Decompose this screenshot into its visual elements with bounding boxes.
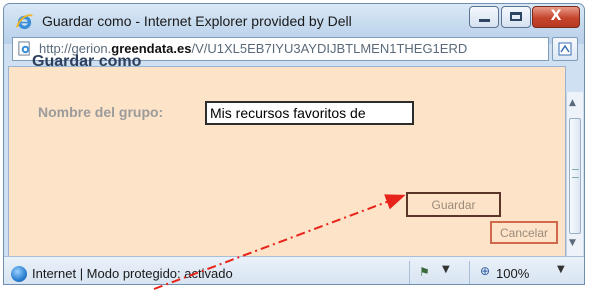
group-name-input[interactable] <box>205 101 414 125</box>
zoom-level[interactable]: 100% <box>496 266 529 281</box>
page-title: Guardar como <box>32 53 142 70</box>
grip-icon <box>572 169 579 178</box>
close-button[interactable]: X <box>532 6 580 28</box>
status-text: Internet | Modo protegido: activado <box>32 266 233 281</box>
page-content <box>8 66 566 257</box>
window-title: Guardar como - Internet Explorer provide… <box>42 13 352 29</box>
maximize-button[interactable] <box>501 6 531 28</box>
status-divider <box>469 261 470 284</box>
status-bar: Internet | Modo protegido: activado ⚑ ▼ … <box>4 256 584 284</box>
scroll-up-icon[interactable]: ▲ <box>569 98 576 108</box>
security-icon[interactable]: ⚑ <box>419 265 430 279</box>
close-icon: X <box>550 8 562 24</box>
chevron-down-icon[interactable]: ▼ <box>442 264 450 275</box>
compatibility-icon <box>558 42 572 56</box>
ie-logo-icon <box>15 14 33 30</box>
scroll-down-icon[interactable]: ▼ <box>569 238 576 248</box>
save-button[interactable]: Guardar <box>406 192 501 217</box>
zoom-icon[interactable]: ⊕ <box>480 264 490 278</box>
cancel-button[interactable]: Cancelar <box>490 221 558 244</box>
maximize-icon <box>510 12 522 21</box>
browser-window: Guardar como - Internet Explorer provide… <box>3 3 585 285</box>
scroll-thumb[interactable] <box>569 118 581 234</box>
chevron-down-icon[interactable]: ▼ <box>557 264 565 275</box>
status-divider <box>409 261 410 284</box>
compatibility-view-button[interactable] <box>552 37 578 61</box>
globe-icon <box>11 266 27 282</box>
minimize-button[interactable] <box>469 6 499 28</box>
minimize-icon <box>479 19 490 22</box>
group-name-label: Nombre del grupo: <box>38 104 164 120</box>
vertical-scrollbar[interactable]: ▲ ▼ <box>566 92 583 258</box>
page-icon <box>18 41 30 56</box>
